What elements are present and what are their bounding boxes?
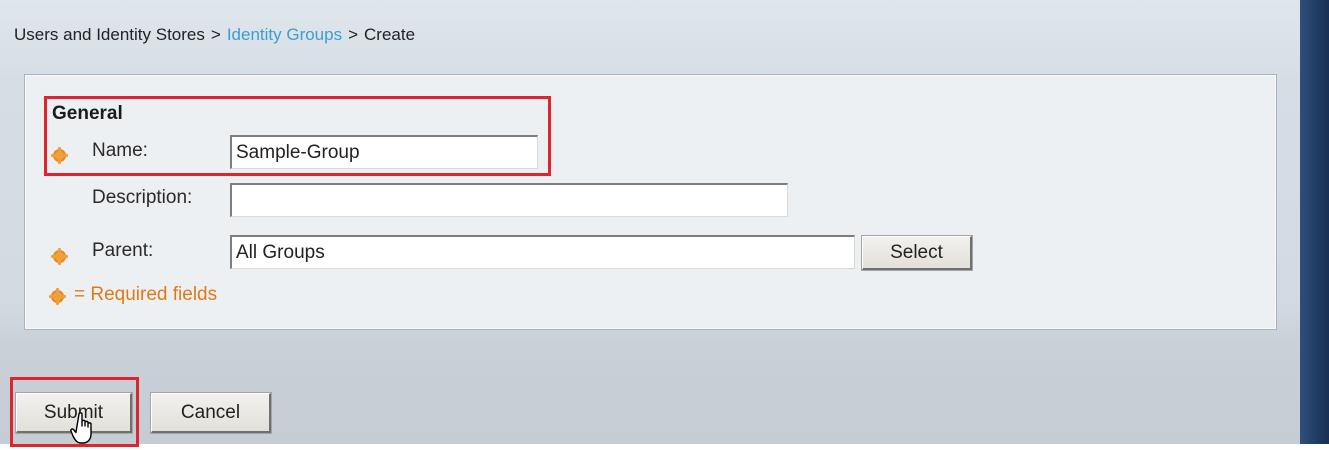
select-parent-button[interactable]: Select bbox=[862, 236, 972, 270]
parent-label: Parent: bbox=[92, 240, 154, 261]
description-input[interactable] bbox=[230, 183, 788, 217]
breadcrumb: Users and Identity Stores > Identity Group… bbox=[14, 25, 415, 45]
breadcrumb-root: Users and Identity Stores bbox=[14, 25, 205, 44]
hand-cursor-icon bbox=[70, 412, 92, 444]
breadcrumb-separator: > bbox=[210, 25, 221, 44]
highlight-general-box bbox=[44, 96, 551, 176]
required-icon bbox=[49, 288, 66, 305]
parent-input[interactable] bbox=[230, 235, 855, 269]
description-label: Description: bbox=[92, 187, 193, 208]
bottom-divider bbox=[0, 444, 1329, 450]
breadcrumb-current: Create bbox=[364, 25, 416, 44]
cancel-button[interactable]: Cancel bbox=[151, 393, 271, 433]
breadcrumb-separator: > bbox=[348, 25, 359, 44]
breadcrumb-link-identity-groups[interactable]: Identity Groups bbox=[227, 25, 342, 44]
side-frame bbox=[1300, 0, 1329, 444]
required-fields-note: = Required fields bbox=[74, 284, 218, 305]
app-window: Users and Identity Stores > Identity Group… bbox=[0, 0, 1329, 450]
required-icon bbox=[51, 248, 68, 265]
